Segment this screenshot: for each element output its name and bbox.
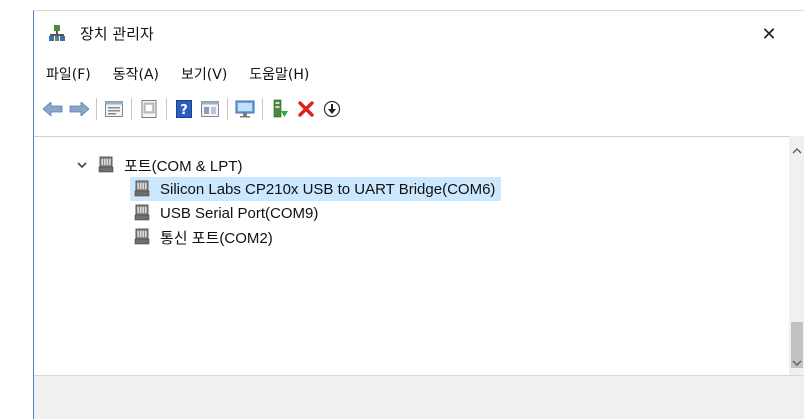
monitor-icon — [235, 100, 255, 118]
uninstall-device-button[interactable] — [295, 98, 317, 120]
chevron-down-icon[interactable] — [76, 159, 88, 171]
forward-arrow-icon — [69, 102, 89, 116]
show-hidden-button[interactable] — [138, 98, 160, 120]
disable-device-button[interactable] — [321, 98, 343, 120]
menu-bar: 파일(F) 동작(A) 보기(V) 도움말(H) — [34, 59, 804, 89]
device-tree[interactable]: 포트(COM & LPT) Silicon Labs CP210x USB to… — [34, 136, 789, 375]
menu-action[interactable]: 동작(A) — [113, 64, 159, 84]
tree-category-ports[interactable]: 포트(COM & LPT) — [76, 153, 242, 177]
scan-hardware-button[interactable] — [234, 98, 256, 120]
properties-icon — [105, 101, 123, 117]
toolbar-separator — [262, 98, 263, 120]
toolbar-separator — [166, 98, 167, 120]
back-button[interactable] — [42, 98, 64, 120]
action-view-button[interactable] — [199, 98, 221, 120]
update-driver-button[interactable] — [269, 98, 291, 120]
device-manager-window: 장치 관리자 ✕ 파일(F) 동작(A) 보기(V) 도움말(H) ? 포트(C… — [33, 10, 804, 419]
port-icon — [98, 156, 114, 173]
tree-device-label: 통신 포트(COM2) — [160, 229, 273, 247]
tree-category-label: 포트(COM & LPT) — [124, 157, 243, 175]
forward-button[interactable] — [68, 98, 90, 120]
menu-view[interactable]: 보기(V) — [181, 64, 227, 84]
scroll-down-button[interactable] — [789, 356, 804, 370]
port-icon — [134, 204, 150, 221]
close-button[interactable]: ✕ — [746, 11, 792, 57]
device-manager-app-icon — [49, 25, 65, 41]
scroll-up-button[interactable] — [789, 144, 804, 158]
help-icon: ? — [176, 100, 192, 118]
toolbar-separator — [227, 98, 228, 120]
tree-device-item[interactable]: USB Serial Port(COM9) — [134, 201, 318, 225]
tree-device-item[interactable]: Silicon Labs CP210x USB to UART Bridge(C… — [130, 177, 502, 201]
menu-file[interactable]: 파일(F) — [46, 64, 91, 84]
help-button[interactable]: ? — [173, 98, 195, 120]
action-view-icon — [201, 101, 219, 117]
toolbar: ? — [34, 92, 804, 126]
vertical-scrollbar[interactable] — [789, 136, 804, 375]
status-bar — [34, 375, 804, 419]
port-icon — [134, 180, 150, 197]
toolbar-separator — [131, 98, 132, 120]
back-arrow-icon — [43, 102, 63, 116]
menu-help[interactable]: 도움말(H) — [249, 64, 309, 84]
tree-device-label: USB Serial Port(COM9) — [160, 204, 319, 222]
port-icon — [134, 228, 150, 245]
tree-device-item[interactable]: 통신 포트(COM2) — [134, 225, 273, 249]
show-hidden-icon — [141, 100, 157, 118]
update-driver-icon — [273, 99, 288, 118]
title-bar[interactable]: 장치 관리자 ✕ — [34, 11, 804, 57]
svg-text:?: ? — [180, 103, 188, 118]
window-title: 장치 관리자 — [80, 25, 154, 43]
toolbar-separator — [96, 98, 97, 120]
properties-button[interactable] — [103, 98, 125, 120]
chevron-up-icon — [792, 148, 802, 154]
tree-device-label: Silicon Labs CP210x USB to UART Bridge(C… — [160, 180, 496, 198]
chevron-down-icon — [792, 360, 802, 366]
download-circle-icon — [323, 100, 341, 118]
uninstall-x-icon — [298, 101, 314, 117]
close-icon: ✕ — [761, 23, 777, 45]
